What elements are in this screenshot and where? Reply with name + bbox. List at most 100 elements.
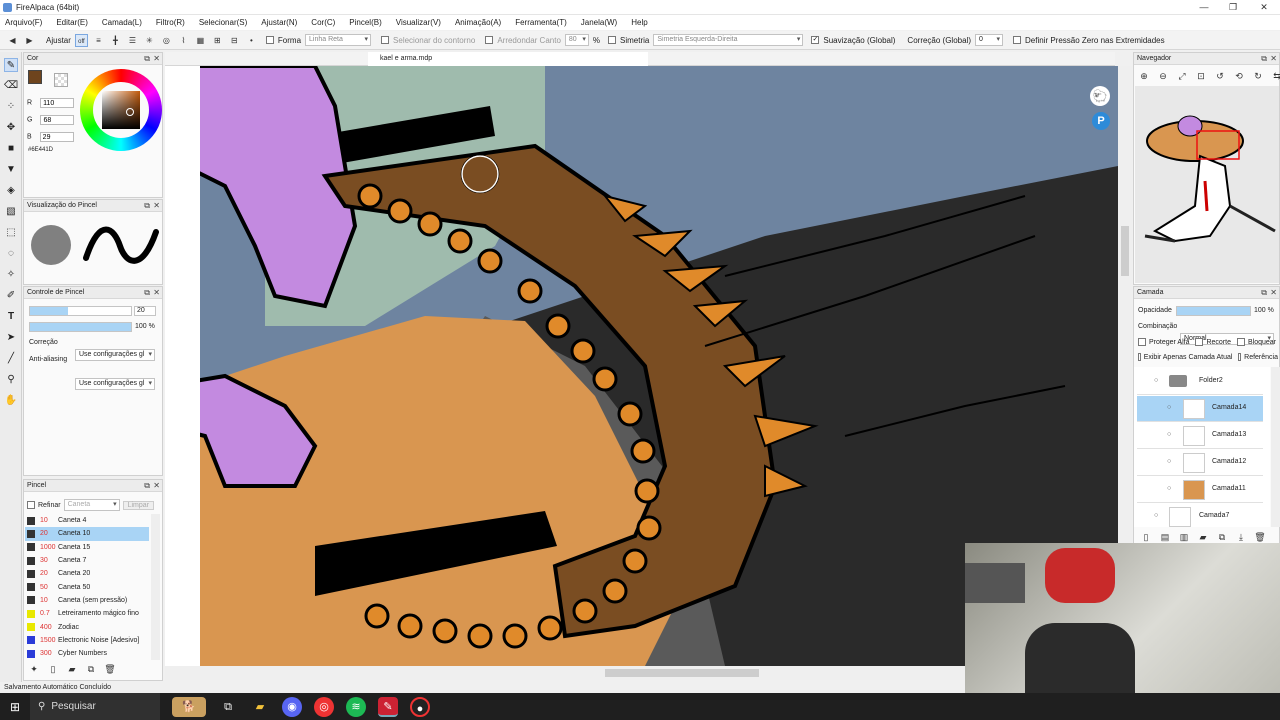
task-view-icon[interactable]: ⧉ <box>218 697 238 717</box>
eye-icon[interactable]: ○ <box>1167 431 1171 438</box>
undo-icon[interactable]: ◀ <box>6 34 19 47</box>
new-8bit-layer-icon[interactable]: ▤ <box>1159 531 1171 543</box>
snap-radial-icon[interactable]: ✳ <box>143 34 156 47</box>
new-layer-icon[interactable]: ▯ <box>1140 531 1152 543</box>
arredondar-value[interactable]: 80 <box>564 34 589 46</box>
list-item[interactable]: 20 Caneta 20 <box>25 567 149 580</box>
bloquear-checkbox[interactable] <box>1236 338 1245 346</box>
operation-tool-icon[interactable]: ➤ <box>4 331 18 345</box>
pen-tool-icon[interactable]: ✎ <box>4 58 18 72</box>
menu-visualizar[interactable]: Visualizar(V) <box>396 18 441 27</box>
refinar-checkbox[interactable] <box>27 501 35 509</box>
suavizacao-checkbox[interactable]: ✓ <box>811 36 820 44</box>
add-brush-icon[interactable]: ✦ <box>28 663 40 675</box>
pixiv-icon[interactable]: P <box>1092 112 1110 130</box>
blue-input[interactable] <box>39 132 74 142</box>
list-item[interactable]: 30 Caneta 7 <box>25 554 149 567</box>
red-input[interactable] <box>40 98 75 108</box>
rotate-right-icon[interactable]: ↻ <box>1252 70 1264 82</box>
float-icon[interactable]: ⧉ <box>1261 53 1267 65</box>
minimize-icon[interactable]: — <box>1190 1 1218 13</box>
lasso-tool-icon[interactable]: ◌ <box>4 247 18 261</box>
snap-perspective-icon[interactable]: ⊟ <box>228 34 241 47</box>
snap-vanish-icon[interactable]: ☰ <box>126 34 139 47</box>
hand-tool-icon[interactable]: ✋ <box>4 394 18 408</box>
file-explorer-icon[interactable]: ▰ <box>250 697 270 717</box>
brush-size-value[interactable]: 20 <box>134 306 156 316</box>
menu-ferramenta[interactable]: Ferramenta(T) <box>515 18 567 27</box>
spotify-icon[interactable]: ≋ <box>346 696 366 717</box>
new-folder-icon[interactable]: ▰ <box>1197 531 1209 543</box>
panel-close-icon[interactable]: ✕ <box>153 480 160 492</box>
panel-close-icon[interactable]: ✕ <box>1270 287 1277 299</box>
snap-circle-icon[interactable]: ◎ <box>160 34 173 47</box>
eye-icon[interactable]: ○ <box>1167 485 1171 492</box>
snap-off-button[interactable]: off <box>74 33 88 47</box>
green-input[interactable] <box>40 115 75 125</box>
secondary-color-swatch[interactable] <box>54 73 68 87</box>
selecionar-contorno-checkbox[interactable] <box>381 36 390 44</box>
snap-cross-icon[interactable]: ╋ <box>109 34 122 47</box>
menu-ajustar[interactable]: Ajustar(N) <box>261 18 297 27</box>
float-icon[interactable]: ⧉ <box>144 480 150 492</box>
document-tab[interactable]: kael e arma.mdp <box>368 52 648 66</box>
list-item[interactable]: 1000 Caneta 15 <box>25 541 149 554</box>
layer-list-scrollbar[interactable] <box>1271 367 1280 527</box>
folder-icon[interactable]: ▰ <box>66 663 78 675</box>
snap-parallel-icon[interactable]: ≡ <box>92 34 105 47</box>
eye-icon[interactable]: ○ <box>1154 377 1158 384</box>
list-item[interactable]: 400 Zodiac <box>25 620 149 633</box>
delete-layer-icon[interactable]: 🗑 <box>1254 531 1266 543</box>
gradient-tool-icon[interactable]: ▧ <box>4 205 18 219</box>
snap-grid-icon[interactable]: ⊞ <box>211 34 224 47</box>
bucket-tool-icon[interactable]: ▼ <box>4 163 18 177</box>
snap-3d-icon[interactable]: ▦ <box>194 34 207 47</box>
pressao-checkbox[interactable] <box>1013 36 1021 44</box>
brush-opacity-slider[interactable] <box>29 322 132 332</box>
list-item[interactable]: 1500 Electronic Noise [Adesivo] <box>25 634 149 647</box>
float-icon[interactable]: ⧉ <box>1261 287 1267 299</box>
color-picker-marker[interactable] <box>126 108 134 116</box>
maximize-icon[interactable]: ❐ <box>1219 1 1247 13</box>
layer-row[interactable]: ○ Camada11 <box>1137 477 1263 503</box>
new-1bit-layer-icon[interactable]: ▥ <box>1178 531 1190 543</box>
float-icon[interactable]: ⧉ <box>144 200 150 212</box>
primary-color-swatch[interactable] <box>28 70 42 84</box>
text-tool-icon[interactable]: T <box>4 310 18 324</box>
chrome-icon[interactable]: ◎ <box>314 696 334 717</box>
brush-correcao-dropdown[interactable]: Use configurações gl <box>75 349 155 361</box>
panel-close-icon[interactable]: ✕ <box>153 200 160 212</box>
simetria-checkbox[interactable] <box>608 36 617 44</box>
move-tool-icon[interactable]: ✥ <box>4 121 18 135</box>
windows-start-icon[interactable]: ⊞ <box>0 700 30 714</box>
duplicate-icon[interactable]: ⧉ <box>85 663 97 675</box>
discord-icon[interactable]: ◉ <box>282 696 302 717</box>
eyedropper-tool-icon[interactable]: ⚲ <box>4 373 18 387</box>
actual-size-icon[interactable]: ⊡ <box>1195 70 1207 82</box>
alpaca-icon[interactable]: 🐑 <box>1090 86 1110 106</box>
layer-row[interactable]: ○ Camada7 <box>1137 504 1263 527</box>
vertical-scroll-thumb[interactable] <box>1121 226 1129 276</box>
panel-close-icon[interactable]: ✕ <box>153 287 160 299</box>
fill-tool-icon[interactable]: ◈ <box>4 184 18 198</box>
divide-tool-icon[interactable]: ╱ <box>4 352 18 366</box>
eye-icon[interactable]: ○ <box>1167 458 1171 465</box>
menu-selecionar[interactable]: Selecionar(S) <box>199 18 247 27</box>
zoom-in-icon[interactable]: ⊕ <box>1138 70 1150 82</box>
eye-icon[interactable]: ○ <box>1167 404 1171 411</box>
layer-row[interactable]: ○ Camada13 <box>1137 423 1263 449</box>
brush-list-scrollbar[interactable] <box>151 514 160 660</box>
list-item[interactable]: 50 Caneta 50 <box>25 580 149 593</box>
correcao-dropdown[interactable]: 0 <box>975 34 1003 46</box>
layer-row[interactable]: ○ Camada12 <box>1137 450 1263 476</box>
menu-filtro[interactable]: Filtro(R) <box>156 18 185 27</box>
arredondar-checkbox[interactable] <box>485 36 494 44</box>
select-pen-tool-icon[interactable]: ✐ <box>4 289 18 303</box>
saturation-square[interactable] <box>102 91 140 129</box>
rotate-left-icon[interactable]: ↺ <box>1214 70 1226 82</box>
float-icon[interactable]: ⧉ <box>144 53 150 65</box>
horizontal-scroll-thumb[interactable] <box>605 669 759 677</box>
antialias-dropdown[interactable]: Use configurações gl <box>75 378 155 390</box>
taskbar-search[interactable]: ⚲ Pesquisar <box>30 693 160 720</box>
merge-down-icon[interactable]: ⤓ <box>1235 531 1247 543</box>
